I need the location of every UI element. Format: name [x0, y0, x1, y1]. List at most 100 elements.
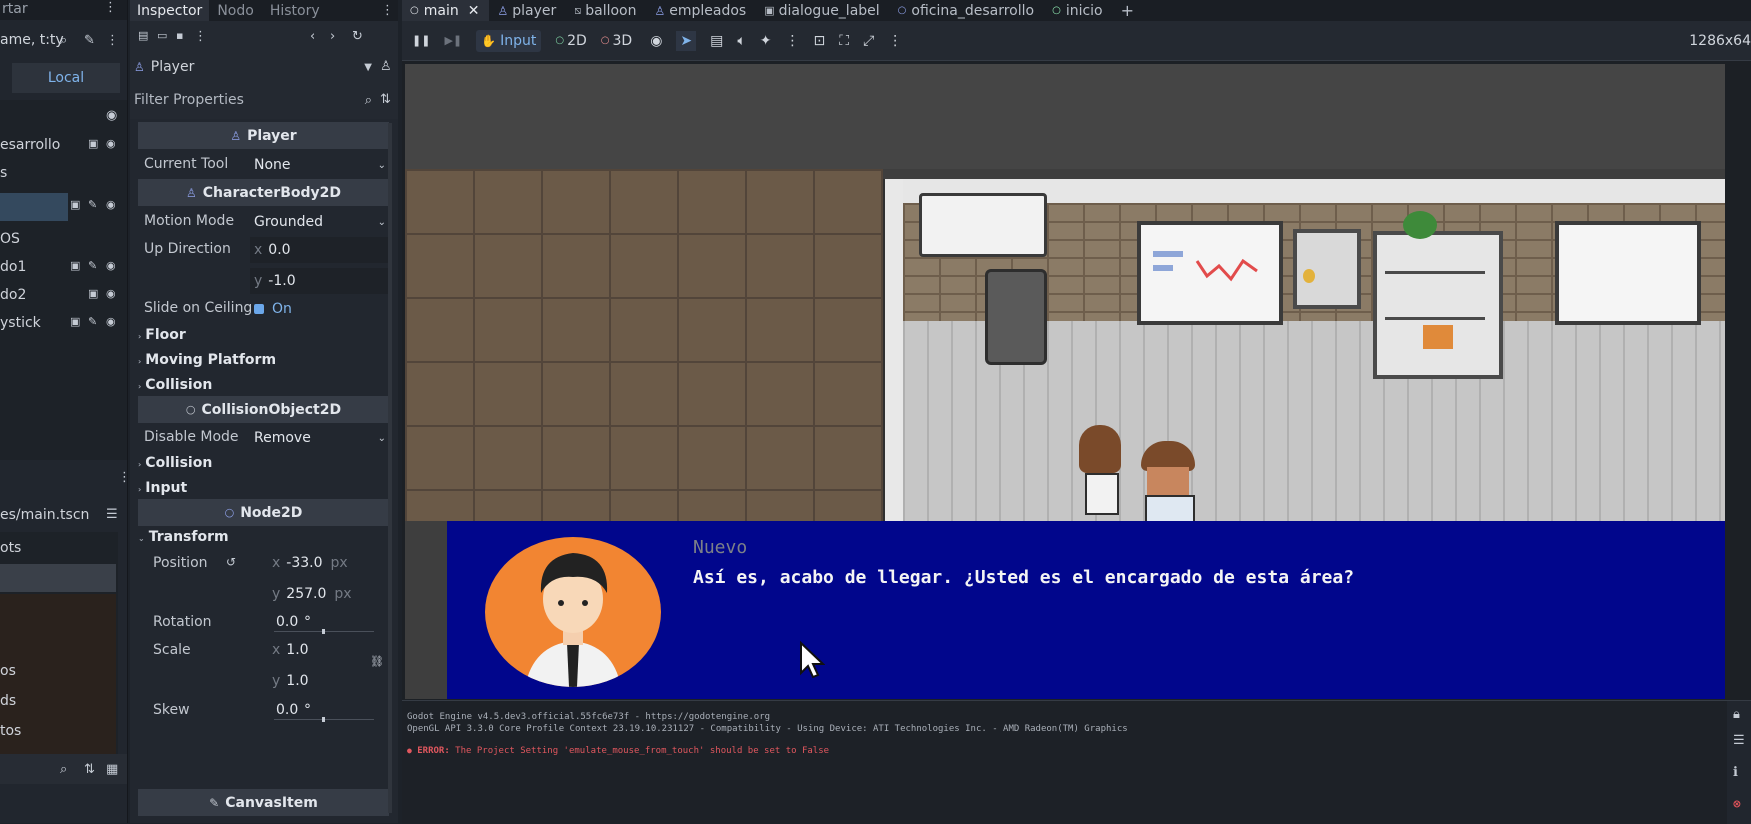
more-icon[interactable]: ⋮ [786, 33, 800, 49]
select-cursor-icon[interactable]: ➤ [676, 30, 697, 51]
next-frame-icon[interactable]: ▶❚ [444, 34, 462, 47]
new-resource-icon[interactable]: ▤ [138, 29, 148, 42]
position-x-field[interactable]: x -33.0 px [270, 550, 376, 576]
tab-history[interactable]: History [262, 3, 328, 19]
pause-icon[interactable]: ❚❚ [412, 34, 430, 47]
history-forward-icon[interactable]: › [330, 29, 335, 44]
slider-grabber[interactable] [322, 717, 325, 722]
visibility-icon[interactable]: ◉ [106, 315, 116, 328]
visibility-icon[interactable]: ◉ [106, 287, 116, 300]
scale-y-field[interactable]: y 1.0 [270, 668, 376, 694]
section-node2d[interactable]: ○ Node2D [138, 499, 389, 526]
player-character[interactable] [1139, 441, 1197, 525]
visibility-icon[interactable]: ◉ [106, 259, 116, 272]
close-icon[interactable]: ✕ [468, 3, 480, 19]
list-icon[interactable]: ☰ [1733, 733, 1745, 748]
add-tab-icon[interactable]: + [1113, 0, 1144, 21]
error-filter-icon[interactable]: ⊗ [1733, 797, 1741, 812]
sort-icon[interactable]: ⇅ [380, 92, 391, 107]
file-item[interactable]: ots [0, 540, 21, 556]
menu-icon[interactable]: ⋮ [381, 3, 394, 18]
slider-grabber[interactable] [322, 629, 325, 634]
search-icon[interactable]: ⌕ [60, 762, 67, 777]
layout-icon[interactable]: ☰ [106, 507, 118, 522]
up-direction-x-field[interactable]: x 0.0 [250, 237, 390, 263]
more-icon[interactable]: ⋮ [106, 33, 119, 48]
menu-icon[interactable]: ⋮ [104, 0, 117, 15]
tree-item[interactable]: OS [0, 226, 127, 254]
npc-character[interactable] [1075, 425, 1123, 521]
game-viewport[interactable]: Nuevo Así es, acabo de llegar. ¿Usted es… [402, 60, 1751, 701]
more-icon[interactable]: ⋮ [194, 29, 207, 44]
grid-icon[interactable]: ▦ [106, 762, 118, 777]
lock-icon[interactable]: 🔒︎ [1733, 707, 1740, 722]
tab-inspector[interactable]: Inspector [130, 0, 210, 21]
info-icon[interactable]: ℹ [1733, 765, 1738, 780]
tab-player[interactable]: ♙ player [489, 0, 566, 21]
game-canvas[interactable]: Nuevo Así es, acabo de llegar. ¿Usted es… [405, 64, 1725, 699]
camera-override-icon[interactable]: ✦ [760, 33, 772, 49]
rotation-slider[interactable]: 0.0 ° [270, 609, 376, 635]
audio-icon[interactable]: 🔈︎ [737, 33, 745, 49]
category-moving-platform[interactable]: › Moving Platform [138, 352, 276, 368]
visibility-icon[interactable]: ◉ [106, 108, 117, 123]
section-player[interactable]: ♙ Player [138, 122, 389, 149]
tree-item-selected[interactable] [0, 193, 68, 221]
section-canvasitem[interactable]: ✎ CanvasItem [138, 789, 389, 816]
visibility-icon[interactable]: ◉ [106, 198, 116, 211]
node-selector[interactable]: ♙ Player ▼ [134, 55, 372, 79]
tab-dialogue-label[interactable]: ▣ dialogue_label [756, 0, 889, 21]
scale-x-field[interactable]: x 1.0 [270, 637, 376, 663]
section-collisionobject2d[interactable]: ○ CollisionObject2D [138, 396, 389, 423]
scrollbar[interactable] [388, 123, 392, 813]
tab-inicio[interactable]: ○ inicio [1044, 0, 1113, 21]
tab-local[interactable]: Local [12, 63, 120, 93]
history-icon[interactable]: ↻ [352, 29, 363, 44]
position-y-field[interactable]: y 257.0 px [270, 581, 376, 607]
disable-mode-dropdown[interactable]: Remove ⌄ [250, 425, 390, 451]
script-icon[interactable]: ✎ [88, 259, 97, 272]
file-item[interactable]: ds [0, 693, 16, 709]
category-collision[interactable]: › Collision [138, 377, 212, 393]
dialogue-balloon[interactable]: Nuevo Así es, acabo de llegar. ¿Usted es… [447, 521, 1725, 699]
motion-mode-dropdown[interactable]: Grounded ⌄ [250, 209, 390, 235]
node-settings-icon[interactable]: ♙ [380, 59, 392, 74]
attach-script-icon[interactable]: ✎ [84, 33, 95, 48]
fixed-size-icon[interactable]: ⊡ [814, 33, 826, 49]
visibility-icon[interactable]: ◉ [106, 137, 116, 150]
link-icon[interactable]: ⛓ [370, 655, 384, 668]
tree-item[interactable]: ystick ▣ ✎ ◉ [0, 310, 127, 338]
category-transform[interactable]: ⌄ Transform [138, 529, 229, 545]
filter-properties-input[interactable]: Filter Properties ⌕ [134, 88, 372, 112]
tree-item[interactable]: do2 ▣ ◉ [0, 282, 127, 310]
input-toggle[interactable]: ✋ Input [476, 29, 542, 52]
tab-main[interactable]: ○ main ✕ [402, 0, 490, 21]
category-floor[interactable]: › Floor [138, 327, 186, 343]
file-item[interactable]: os [0, 663, 16, 679]
revert-icon[interactable]: ↺ [226, 555, 236, 569]
save-icon[interactable]: ▪ [176, 29, 183, 42]
mode-2d-button[interactable]: ○ 2D [555, 33, 586, 49]
tree-item[interactable]: do1 ▣ ✎ ◉ [0, 254, 127, 282]
up-direction-y-field[interactable]: y -1.0 [250, 268, 390, 294]
script-icon[interactable]: ✎ [88, 315, 97, 328]
skew-slider[interactable]: 0.0 ° [270, 697, 376, 723]
slide-on-ceiling-checkbox[interactable]: On [254, 297, 334, 321]
tree-item[interactable]: esarrollo ▣ ◉ [0, 132, 127, 160]
mode-3d-button[interactable]: ○ 3D [601, 33, 632, 49]
file-item-selected[interactable] [0, 564, 116, 592]
visibility-icon[interactable]: ◉ [650, 33, 662, 49]
tab-balloon[interactable]: ⧅ balloon [566, 0, 646, 21]
history-back-icon[interactable]: ‹ [310, 29, 315, 44]
category-input[interactable]: › Input [138, 480, 187, 496]
script-icon[interactable]: ✎ [88, 198, 97, 211]
tree-item[interactable]: s [0, 160, 127, 188]
stretch-icon[interactable]: ⤢ [863, 33, 874, 49]
section-characterbody2d[interactable]: ♙ CharacterBody2D [138, 179, 389, 206]
file-item[interactable]: tos [0, 723, 21, 739]
current-tool-dropdown[interactable]: None ⌄ [250, 152, 390, 178]
open-folder-icon[interactable]: ▭ [157, 29, 167, 42]
tab-oficina-desarrollo[interactable]: ○ oficina_desarrollo [890, 0, 1044, 21]
keep-aspect-icon[interactable]: ⛶ [839, 33, 849, 49]
sort-icon[interactable]: ⇅ [84, 762, 95, 777]
